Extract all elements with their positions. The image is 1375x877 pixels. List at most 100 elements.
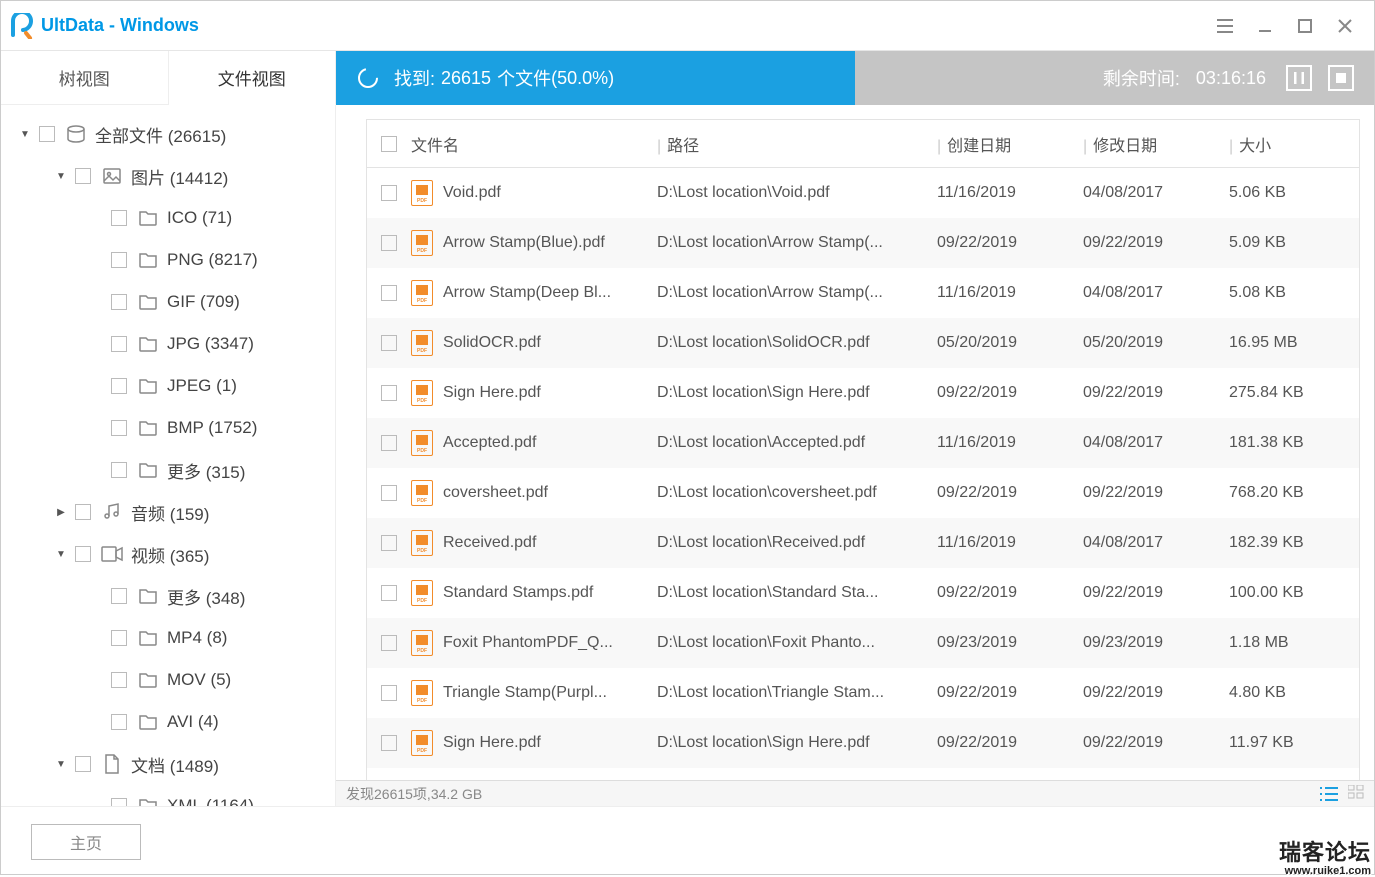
row-checkbox[interactable] — [381, 235, 397, 251]
tree-checkbox[interactable] — [111, 672, 127, 688]
row-checkbox[interactable] — [381, 585, 397, 601]
tree-checkbox[interactable] — [111, 252, 127, 268]
tree-checkbox[interactable] — [111, 798, 127, 806]
tree-item[interactable]: MP4 (8) — [1, 617, 335, 659]
table-row[interactable]: Foxit PhantomPDF_Q...D:\Lost location\Fo… — [367, 618, 1359, 668]
tree-label: 更多 (315) — [167, 458, 245, 483]
pdf-icon — [411, 630, 433, 656]
table-row[interactable]: Sign Here.pdfD:\Lost location\Sign Here.… — [367, 368, 1359, 418]
tree-label: AVI (4) — [167, 712, 219, 732]
folder-icon — [137, 797, 159, 806]
tree-checkbox[interactable] — [75, 504, 91, 520]
tab-tree-view[interactable]: 树视图 — [1, 51, 169, 105]
tree-item[interactable]: JPEG (1) — [1, 365, 335, 407]
col-modified[interactable]: 修改日期 — [1093, 138, 1157, 155]
select-all-checkbox[interactable] — [381, 136, 397, 152]
tree-item[interactable]: MOV (5) — [1, 659, 335, 701]
row-checkbox[interactable] — [381, 485, 397, 501]
tree-checkbox[interactable] — [111, 714, 127, 730]
tree-checkbox[interactable] — [39, 126, 55, 142]
table-row[interactable]: Accepted.pdfD:\Lost location\Accepted.pd… — [367, 418, 1359, 468]
close-icon[interactable] — [1334, 15, 1356, 37]
tree-toggle[interactable]: ▼ — [53, 171, 69, 182]
col-created[interactable]: 创建日期 — [947, 138, 1011, 155]
home-button[interactable]: 主页 — [31, 824, 141, 860]
found-count: 26615 — [441, 68, 491, 89]
tree-checkbox[interactable] — [111, 630, 127, 646]
row-checkbox[interactable] — [381, 735, 397, 751]
pdf-icon — [411, 580, 433, 606]
row-checkbox[interactable] — [381, 685, 397, 701]
tree-item[interactable]: PNG (8217) — [1, 239, 335, 281]
row-checkbox[interactable] — [381, 335, 397, 351]
file-size: 275.84 KB — [1229, 384, 1349, 402]
stop-button[interactable] — [1328, 65, 1354, 91]
tree-checkbox[interactable] — [111, 294, 127, 310]
table-row[interactable]: coversheet.pdfD:\Lost location\covershee… — [367, 468, 1359, 518]
table-row[interactable]: Arrow Stamp(Deep Bl...D:\Lost location\A… — [367, 268, 1359, 318]
table-row[interactable]: SolidOCR.pdfD:\Lost location\SolidOCR.pd… — [367, 318, 1359, 368]
tree-checkbox[interactable] — [75, 546, 91, 562]
tree-checkbox[interactable] — [111, 462, 127, 478]
col-name[interactable]: 文件名 — [411, 132, 657, 156]
tree-item[interactable]: ▶音频 (159) — [1, 491, 335, 533]
file-size: 5.08 KB — [1229, 284, 1349, 302]
list-view-button[interactable] — [1320, 785, 1338, 802]
tree-label: 更多 (348) — [167, 584, 245, 609]
tree-item[interactable]: 更多 (348) — [1, 575, 335, 617]
tree-item[interactable]: XML (1164) — [1, 785, 335, 806]
tab-file-view[interactable]: 文件视图 — [169, 51, 337, 105]
row-checkbox[interactable] — [381, 385, 397, 401]
tree-label: 全部文件 (26615) — [95, 122, 226, 147]
tree-checkbox[interactable] — [111, 588, 127, 604]
time-value: 03:16:16 — [1196, 68, 1266, 89]
row-checkbox[interactable] — [381, 535, 397, 551]
tree-item[interactable]: ▼ 全部文件 (26615) — [1, 113, 335, 155]
tree-toggle[interactable]: ▼ — [53, 549, 69, 560]
file-name: SolidOCR.pdf — [443, 334, 541, 352]
tree-item[interactable]: BMP (1752) — [1, 407, 335, 449]
table-row[interactable]: Sign Here.pdfD:\Lost location\Sign Here.… — [367, 718, 1359, 768]
grid-view-button[interactable] — [1348, 785, 1364, 802]
menu-icon[interactable] — [1214, 15, 1236, 37]
tree-item[interactable]: 更多 (315) — [1, 449, 335, 491]
row-checkbox[interactable] — [381, 185, 397, 201]
tree-item[interactable]: ▼文档 (1489) — [1, 743, 335, 785]
table-row[interactable]: Triangle Stamp(Purpl...D:\Lost location\… — [367, 668, 1359, 718]
disk-icon — [65, 124, 87, 144]
minimize-icon[interactable] — [1254, 15, 1276, 37]
table-row[interactable]: Void.pdfD:\Lost location\Void.pdf11/16/2… — [367, 168, 1359, 218]
pause-button[interactable] — [1286, 65, 1312, 91]
sidebar[interactable]: ▼ 全部文件 (26615) ▼图片 (14412)ICO (71)PNG (821… — [1, 105, 336, 806]
tree-item[interactable]: ▼图片 (14412) — [1, 155, 335, 197]
table-row[interactable]: Received.pdfD:\Lost location\Received.pd… — [367, 518, 1359, 568]
col-size[interactable]: 大小 — [1239, 138, 1271, 155]
tree-checkbox[interactable] — [111, 420, 127, 436]
tree-checkbox[interactable] — [75, 168, 91, 184]
row-checkbox[interactable] — [381, 635, 397, 651]
folder-icon — [137, 713, 159, 731]
tree-item[interactable]: ▼视频 (365) — [1, 533, 335, 575]
tree-checkbox[interactable] — [111, 378, 127, 394]
table-row[interactable]: Arrow Stamp(Blue).pdfD:\Lost location\Ar… — [367, 218, 1359, 268]
tree-checkbox[interactable] — [111, 210, 127, 226]
tree-item[interactable]: AVI (4) — [1, 701, 335, 743]
tree-item[interactable]: ICO (71) — [1, 197, 335, 239]
tree-toggle[interactable]: ▼ — [53, 759, 69, 770]
file-size: 100.00 KB — [1229, 584, 1349, 602]
file-table[interactable]: 文件名 |路径 |创建日期 |修改日期 |大小 Void.pdfD:\Lost … — [366, 119, 1360, 780]
tree-item[interactable]: GIF (709) — [1, 281, 335, 323]
file-name: Arrow Stamp(Blue).pdf — [443, 234, 605, 252]
maximize-icon[interactable] — [1294, 15, 1316, 37]
table-row[interactable]: Standard Stamps.pdfD:\Lost location\Stan… — [367, 568, 1359, 618]
row-checkbox[interactable] — [381, 435, 397, 451]
tree-checkbox[interactable] — [111, 336, 127, 352]
tree-toggle[interactable]: ▼ — [17, 129, 33, 140]
spinner-icon — [356, 66, 380, 90]
tree-item[interactable]: JPG (3347) — [1, 323, 335, 365]
tree-checkbox[interactable] — [75, 756, 91, 772]
pause-icon — [1294, 72, 1304, 84]
tree-toggle[interactable]: ▶ — [53, 507, 69, 518]
col-path[interactable]: 路径 — [667, 138, 699, 155]
row-checkbox[interactable] — [381, 285, 397, 301]
